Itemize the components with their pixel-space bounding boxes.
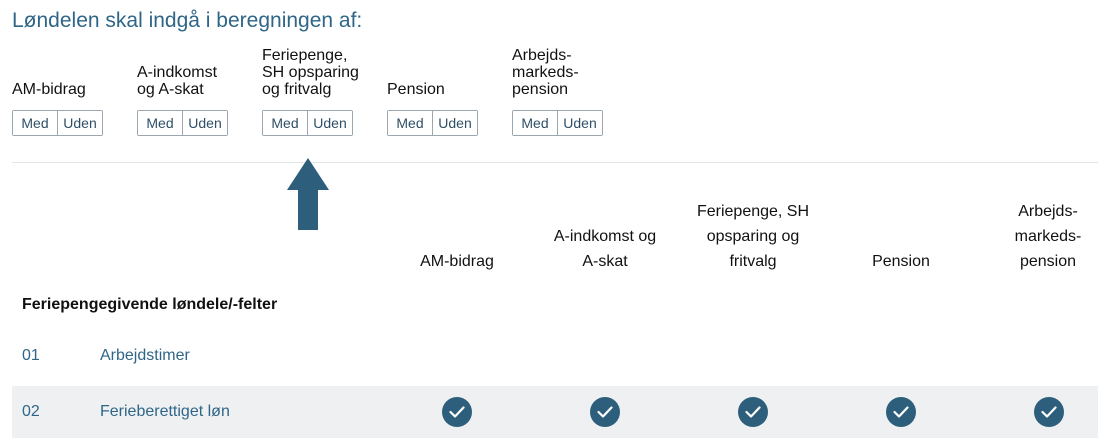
toggle-group-am-bidrag: AM-bidrag Med Uden [12,46,132,136]
column-header-a-indkomst: A-indkomst og A-skat [553,228,657,270]
uden-button[interactable]: Uden [307,111,352,135]
check-circle-icon [1034,397,1064,427]
med-button[interactable]: Med [388,111,432,135]
uden-button[interactable]: Uden [432,111,477,135]
row-number: 01 [22,347,40,364]
column-header-arbejdsmarkedspension: Arbejds- markeds- pension [1014,203,1082,270]
med-button[interactable]: Med [138,111,182,135]
med-uden-toggle: Med Uden [12,110,103,136]
med-uden-toggle: Med Uden [512,110,603,136]
toggle-group-a-indkomst: A-indkomst og A-skat Med Uden [137,46,257,136]
med-button[interactable]: Med [263,111,307,135]
uden-button[interactable]: Uden [57,111,102,135]
table-row[interactable]: 01 Arbejdstimer [12,330,1098,382]
row-number: 02 [22,403,40,420]
check-circle-icon [442,397,472,427]
med-button[interactable]: Med [13,111,57,135]
toggle-group-feriepenge: Feriepenge, SH opsparing og fritvalg Med… [262,46,382,136]
check-circle-icon [886,397,916,427]
med-button[interactable]: Med [513,111,557,135]
toggle-group-label: AM-bidrag [12,81,86,98]
section-title: Feriepengegivende løndele/-felter [22,296,278,313]
uden-button[interactable]: Uden [557,111,602,135]
toggle-group-arbejdsmarkedspension: Arbejds- markeds- pension Med Uden [512,46,632,136]
toggle-group-label: Arbejds- markeds- pension [512,47,579,98]
column-header-am-bidrag: AM-bidrag [420,253,494,270]
table-row[interactable]: 02 Ferieberettiget løn [12,386,1098,438]
check-circle-icon [738,397,768,427]
toggle-group-label: Feriepenge, SH opsparing og fritvalg [262,47,359,98]
up-arrow-icon [287,158,329,230]
toggle-group-label: Pension [387,81,445,98]
toggle-group-pension: Pension Med Uden [387,46,507,136]
med-uden-toggle: Med Uden [137,110,228,136]
column-header-pension: Pension [872,253,930,270]
med-uden-toggle: Med Uden [262,110,353,136]
uden-button[interactable]: Uden [182,111,227,135]
check-circle-icon [590,397,620,427]
toggle-group-label: A-indkomst og A-skat [137,64,218,98]
row-name: Ferieberettiget løn [100,403,230,420]
page-heading: Løndelen skal indgå i beregningen af: [12,9,363,32]
row-name: Arbejdstimer [100,347,190,364]
section-divider [12,162,1098,163]
column-header-feriepenge: Feriepenge, SH opsparing og fritvalg [696,203,810,270]
med-uden-toggle: Med Uden [387,110,478,136]
